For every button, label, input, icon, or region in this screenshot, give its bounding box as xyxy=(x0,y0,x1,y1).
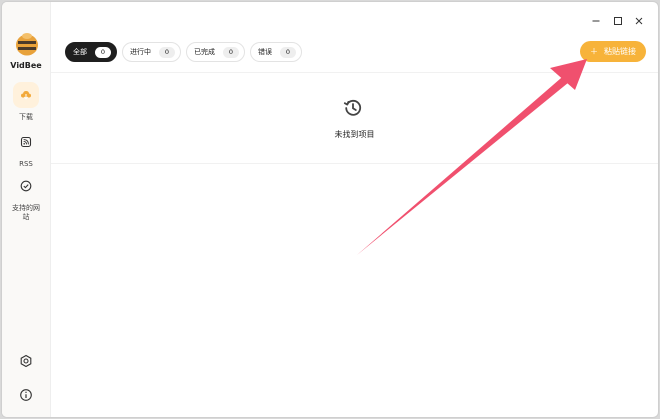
annotation-arrow xyxy=(357,59,587,255)
app-window: VidBee 下载 RSS 支持的网站 全部 0 进行中 0 已完成 0 错误 … xyxy=(1,1,659,418)
